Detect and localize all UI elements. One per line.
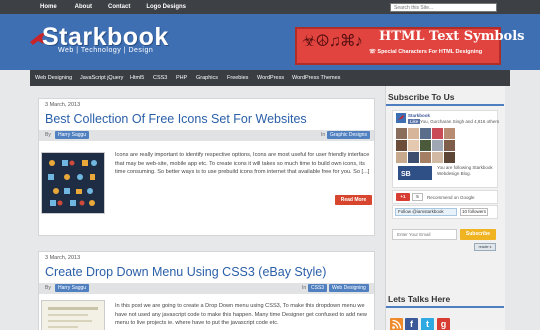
- subscribe-heading: Subscribe To Us: [388, 92, 455, 102]
- nav-wordpress-themes[interactable]: WordPress Themes: [292, 70, 340, 86]
- twitter-follow-button[interactable]: Follow @iamstarkbook: [395, 208, 457, 216]
- avatar[interactable]: [444, 128, 455, 139]
- avatar[interactable]: [420, 140, 431, 151]
- svg-text:SB: SB: [401, 171, 411, 178]
- fb-like-button[interactable]: Like: [408, 119, 421, 124]
- google-plus-icon[interactable]: g: [437, 318, 450, 330]
- post-date: 3 March, 2013: [45, 102, 81, 108]
- nav-wordpress[interactable]: WordPress: [257, 70, 284, 86]
- avatar[interactable]: [420, 152, 431, 163]
- post-meta: By Harry Saggu In CSS3 Web Designing: [39, 283, 374, 294]
- category-link[interactable]: CSS3: [308, 284, 328, 292]
- reader-count-badge: reader s: [474, 243, 496, 251]
- author-link[interactable]: Harry Saggu: [55, 131, 90, 139]
- avatar[interactable]: [444, 140, 455, 151]
- banner-subtitle: ☏ Special Characters For HTML Designing: [369, 49, 483, 55]
- avatar[interactable]: [420, 128, 431, 139]
- avatar[interactable]: [396, 128, 407, 139]
- avatar[interactable]: [432, 140, 443, 151]
- twitter-follower-count: 10 followers: [460, 208, 488, 216]
- post-title[interactable]: Best Collection Of Free Icons Set For We…: [45, 112, 307, 126]
- nav-about[interactable]: About: [75, 0, 92, 14]
- author-link[interactable]: Harry Saggu: [55, 284, 90, 292]
- post-date: 3 March, 2013: [45, 255, 81, 261]
- avatar[interactable]: [408, 140, 419, 151]
- starkbook-avatar-icon: [396, 113, 406, 123]
- icon-set-thumbnail-icon: [42, 153, 104, 213]
- fb-friends-text: You, Gurcharan Singh and 4,816 others: [420, 119, 500, 124]
- nav-home[interactable]: Home: [40, 0, 57, 14]
- post-excerpt: Icons are really important to identify r…: [115, 152, 370, 175]
- google-plus-button[interactable]: +1: [396, 193, 410, 201]
- avatar[interactable]: [432, 128, 443, 139]
- top-nav: Home About Contact Logo Designs: [30, 0, 202, 14]
- menu-thumbnail-icon: [42, 301, 104, 330]
- facebook-icon[interactable]: f: [405, 318, 418, 330]
- google-plus-count: 5: [412, 193, 423, 201]
- category-nav: Web Designing JavaScript jQuery Html5 CS…: [30, 70, 510, 86]
- post-title[interactable]: Create Drop Down Menu Using CSS3 (eBay S…: [45, 265, 326, 279]
- rss-icon[interactable]: [390, 318, 403, 330]
- nav-freebies[interactable]: Freebies: [227, 70, 248, 86]
- avatar[interactable]: [396, 152, 407, 163]
- post-meta: By Harry Saggu In Graphic Designs: [39, 130, 374, 141]
- heading-rule: [386, 104, 504, 106]
- nav-html5[interactable]: Html5: [130, 70, 144, 86]
- nav-css3[interactable]: CSS3: [153, 70, 167, 86]
- post-card: 3 March, 2013 Best Collection Of Free Ic…: [38, 98, 375, 236]
- nav-graphics[interactable]: Graphics: [196, 70, 218, 86]
- avatar[interactable]: [444, 152, 455, 163]
- google-plus-text: Recommend on Google: [427, 195, 475, 200]
- twitter-icon[interactable]: t: [421, 318, 434, 330]
- nav-javascript-jquery[interactable]: JavaScript jQuery: [80, 70, 123, 86]
- site-tagline: Web | Technology | Design: [58, 47, 154, 54]
- nav-contact[interactable]: Contact: [108, 0, 130, 14]
- post-card: 3 March, 2013 Create Drop Down Menu Usin…: [38, 251, 375, 330]
- category-link[interactable]: Web Designing: [329, 284, 369, 292]
- heading-rule: [386, 306, 504, 308]
- in-label: In: [302, 285, 307, 291]
- fb-page-name[interactable]: Starkbook: [408, 113, 430, 118]
- post-thumbnail[interactable]: [41, 300, 105, 330]
- in-label: In: [321, 132, 326, 138]
- by-label: By: [45, 132, 51, 138]
- nav-web-designing[interactable]: Web Designing: [35, 70, 72, 86]
- fb-page-thumbnail-icon: SB: [398, 166, 432, 180]
- avatar[interactable]: [432, 152, 443, 163]
- subscribe-button[interactable]: Subscribe: [460, 229, 496, 240]
- banner-title: HTML Text Symbols: [379, 29, 525, 44]
- nav-php[interactable]: PHP: [176, 70, 187, 86]
- by-label: By: [45, 285, 51, 291]
- fb-fan-avatars: [396, 128, 464, 163]
- nav-logo-designs[interactable]: Logo Designs: [146, 0, 186, 14]
- post-thumbnail[interactable]: [41, 152, 105, 214]
- search-input[interactable]: [390, 3, 497, 12]
- post-excerpt: In this post we are going to create a Dr…: [115, 303, 367, 326]
- category-link[interactable]: Graphic Designs: [327, 131, 370, 139]
- read-more-button[interactable]: Read More: [335, 195, 372, 205]
- avatar[interactable]: [408, 128, 419, 139]
- email-field[interactable]: [392, 229, 457, 240]
- banner-symbols: ☣☮♫⌘♪: [302, 33, 363, 50]
- talks-heading: Lets Talks Here: [388, 294, 451, 304]
- avatar[interactable]: [408, 152, 419, 163]
- fb-follow-text: You are following Starkbook Webdesign Bl…: [437, 165, 493, 176]
- avatar[interactable]: [396, 140, 407, 151]
